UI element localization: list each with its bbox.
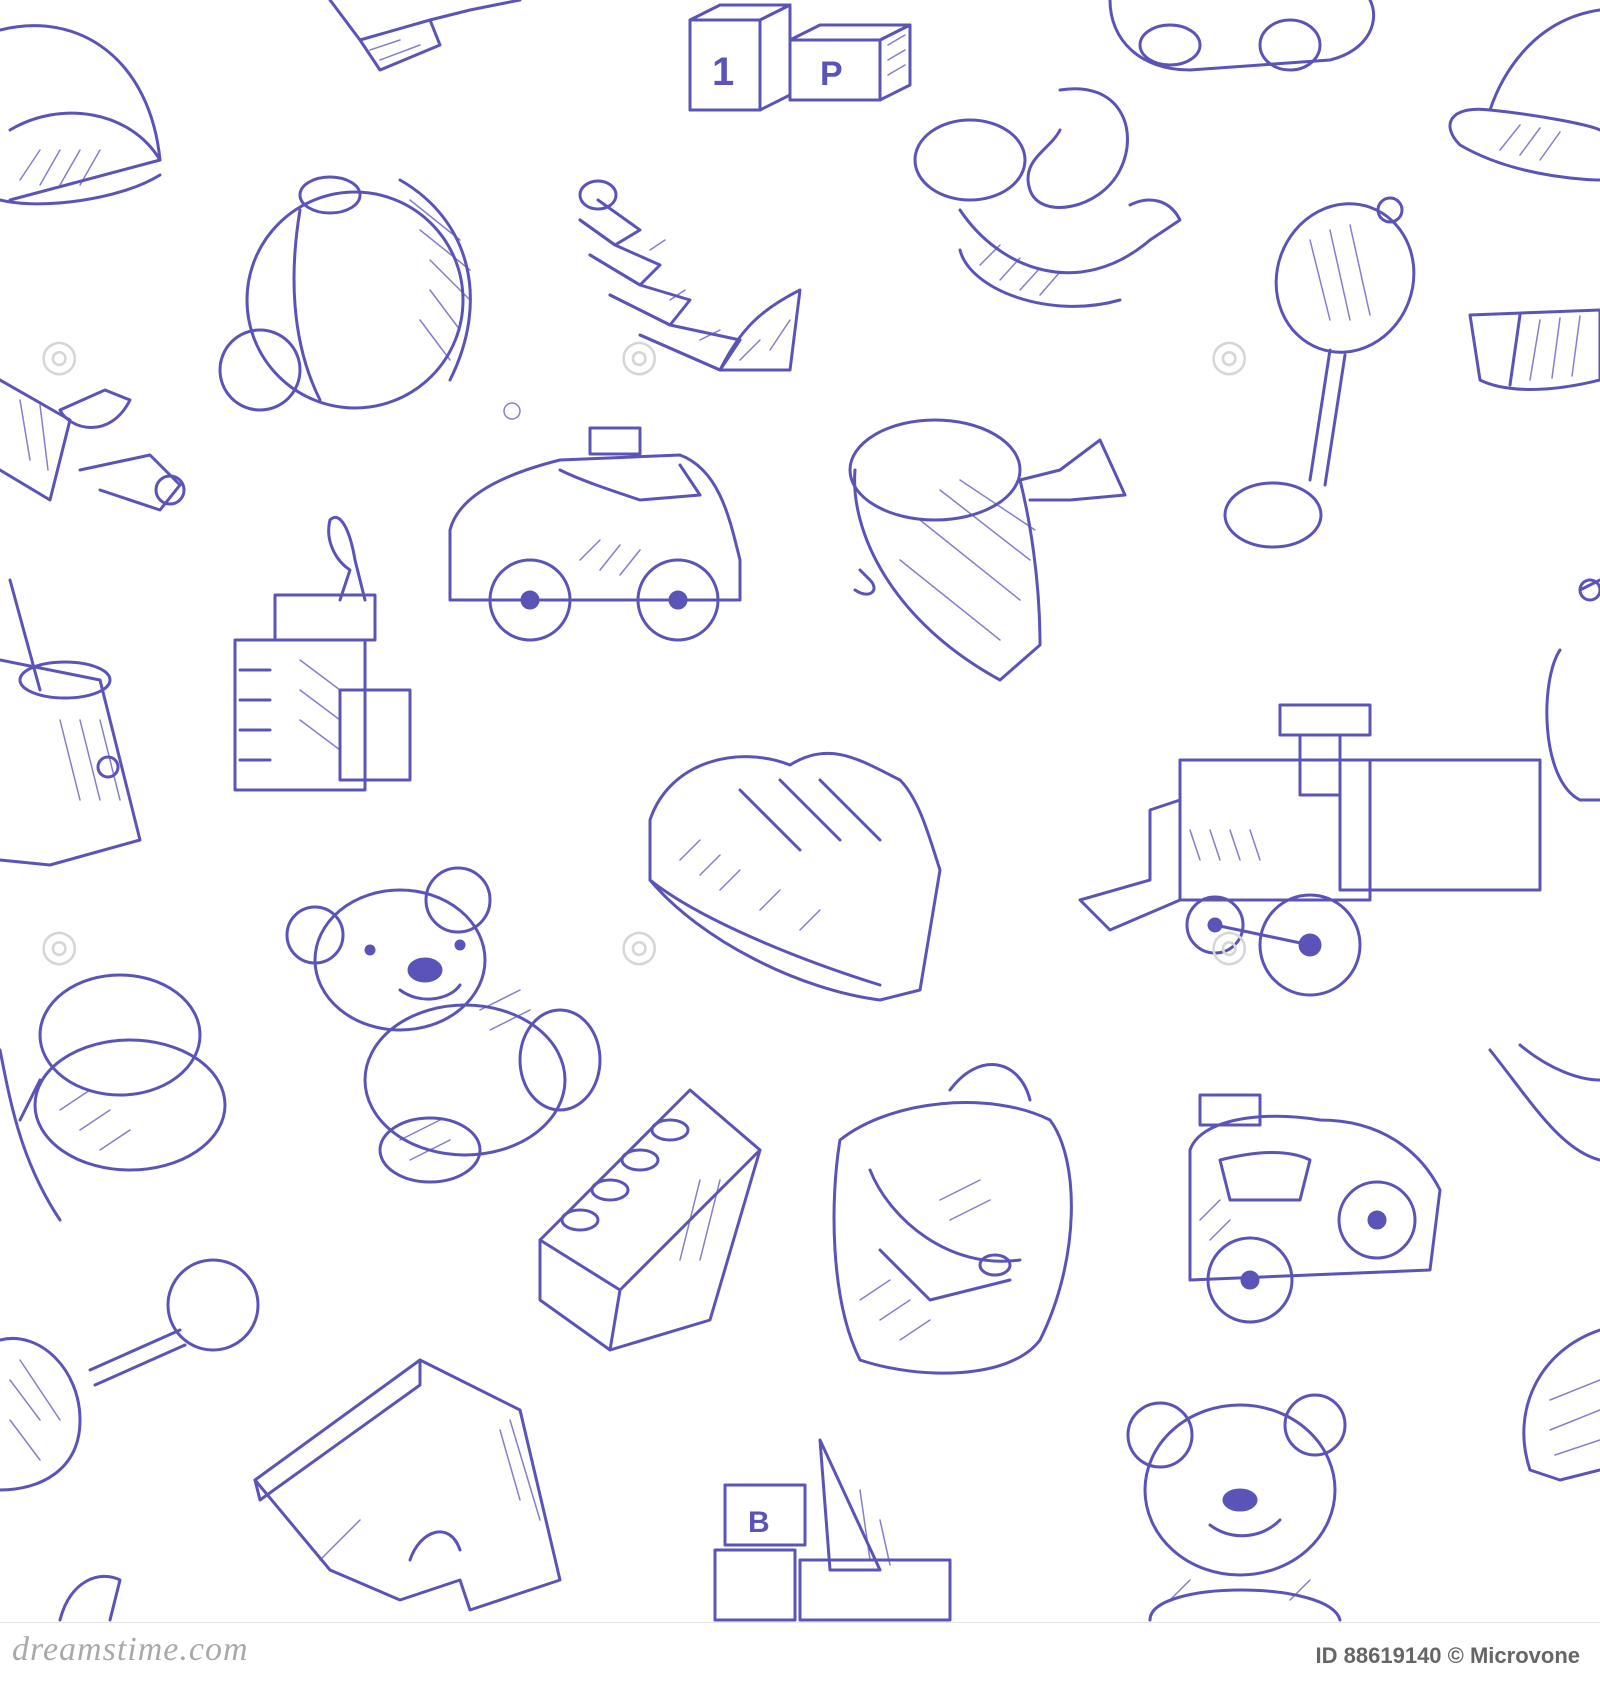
- toy-train: [1078, 703, 1542, 997]
- pacifier: [913, 87, 1182, 308]
- baseball-cap-top-right: [1448, 8, 1600, 182]
- cap-fragment-bottom-right: [1522, 1328, 1600, 1482]
- block-p-glyph: P: [820, 55, 843, 93]
- block-b-glyph: B: [748, 1506, 770, 1539]
- stock-footer: dreamstime.com ID 88619140 © Microvone: [0, 1622, 1600, 1691]
- backpack: [832, 1063, 1073, 1375]
- toy-fragment-top: [328, 0, 522, 72]
- footer-brand: dreamstime.com: [12, 1631, 249, 1668]
- yo-yo-left: [0, 973, 227, 1222]
- teddy-bear-bottom: [1126, 1393, 1347, 1622]
- toy-fragment-right-edge: [1488, 1043, 1600, 1162]
- watermark-mark: ◎: [40, 331, 79, 380]
- building-bricks: [538, 1088, 762, 1352]
- baby-rattle-bottom-left: [0, 1258, 260, 1492]
- alphabet-blocks-top: 1 P: [688, 3, 912, 112]
- watermark-mark: ◎: [620, 921, 659, 970]
- toys-doodle-pattern: 1 P B: [0, 0, 1600, 1622]
- sneaker-shoe: [648, 751, 942, 1002]
- sand-shovel-fragment-right: [1545, 578, 1600, 802]
- baseball-cap-top-left: [0, 24, 162, 206]
- spinning-top: [848, 418, 1127, 682]
- baby-rattle: [1223, 196, 1416, 549]
- stacking-ring-pyramid: [578, 179, 802, 372]
- toy-car-fragment-top: [1108, 0, 1376, 72]
- watermark-mark: ◎: [1210, 921, 1249, 970]
- toy-car-right: [1188, 1093, 1442, 1324]
- sand-bucket-left: [0, 578, 142, 867]
- toy-sword-fragment-right: [1468, 308, 1600, 391]
- toy-taxi-car: [448, 426, 742, 642]
- toy-sword-left: [0, 378, 186, 512]
- beach-ball: [218, 175, 521, 420]
- baby-bottle: [233, 516, 412, 792]
- teddy-bear: [285, 866, 602, 1184]
- alphabet-blocks-bottom: B: [713, 1438, 952, 1622]
- baby-shorts: [253, 1358, 562, 1612]
- watermark-mark: ◎: [620, 331, 659, 380]
- watermark-mark: ◎: [40, 921, 79, 970]
- watermark-mark: ◎: [1210, 331, 1249, 380]
- footer-image-id: ID 88619140 © Microvone: [1315, 1643, 1580, 1668]
- toy-fragment-bottom-left: [58, 1574, 122, 1622]
- block-one-glyph: 1: [712, 50, 734, 94]
